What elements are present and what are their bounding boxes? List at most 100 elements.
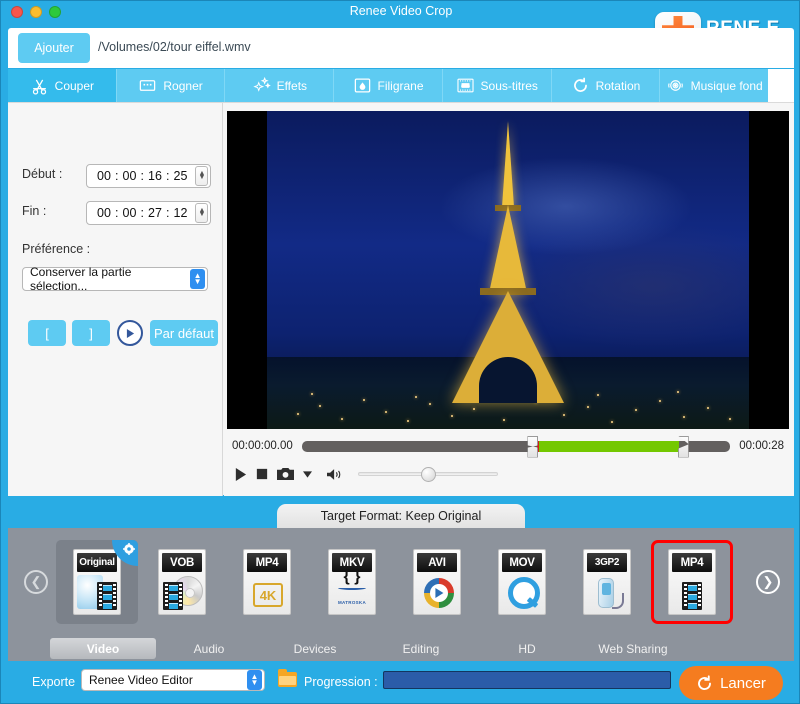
start-seconds[interactable]: 16 (144, 169, 166, 183)
launch-button[interactable]: Lancer (679, 666, 783, 700)
end-minutes[interactable]: 00 (118, 206, 140, 220)
start-time-stepper[interactable]: ▲ ▼ (195, 166, 209, 186)
film-icon (97, 582, 117, 610)
tab-rogner[interactable]: Rogner (116, 69, 226, 102)
chevron-updown-icon: ▲ ▼ (247, 670, 262, 690)
tab-sous-titres-label: Sous-titres (480, 78, 538, 93)
cable-icon (612, 593, 624, 609)
stars-icon (252, 76, 271, 95)
export-label: Exporte (32, 675, 76, 689)
film-icon (163, 582, 183, 610)
fourk-icon: 4K (253, 583, 283, 607)
format-item-3gp2[interactable]: 3GP2 (566, 540, 648, 624)
add-file-button[interactable]: Ajouter (18, 33, 90, 63)
tab-hd[interactable]: HD (474, 638, 580, 659)
film-icon (682, 582, 702, 610)
selection-range[interactable] (537, 440, 679, 452)
end-time-field[interactable]: 00: 00: 27: 12 ▲ ▼ (86, 201, 212, 225)
folder-icon[interactable] (278, 669, 297, 687)
start-hours[interactable]: 00 (93, 169, 115, 183)
tab-effets[interactable]: Effets (225, 69, 335, 102)
tab-rotation-label: Rotation (595, 78, 641, 93)
mark-out-button[interactable]: ] (72, 320, 110, 346)
video-canvas[interactable] (227, 111, 789, 429)
start-time-field[interactable]: 00: 00: 16: 25 ▲ ▼ (86, 164, 212, 188)
end-time-stepper[interactable]: ▲ ▼ (195, 203, 209, 223)
default-button[interactable]: Par défaut (150, 320, 218, 346)
tab-devices[interactable]: Devices (262, 638, 368, 659)
preview-play-button[interactable] (117, 320, 143, 346)
export-bar: Exporte Renee Video Editor ▲ ▼ Progressio… (1, 661, 799, 703)
tab-filigrane-label: Filigrane (377, 78, 424, 93)
subtitle-icon: SUB (456, 76, 475, 95)
tab-musique-fond[interactable]: Musique fond (660, 69, 769, 102)
progress-bar (383, 671, 671, 689)
format-item-avi[interactable]: AVI (396, 540, 478, 624)
start-frames[interactable]: 25 (169, 169, 191, 183)
stop-icon[interactable] (256, 468, 268, 480)
end-hours[interactable]: 00 (93, 206, 115, 220)
tab-filigrane[interactable]: Filigrane (334, 69, 443, 102)
format-item-mkv[interactable]: MKV { } MATROSKA (311, 540, 393, 624)
player-controls (234, 463, 786, 485)
format-item-mp4-selected[interactable]: MP4 (651, 540, 733, 624)
matroska-caption: MATROSKA (337, 600, 367, 605)
volume-knob[interactable] (421, 467, 436, 482)
format-item-mov[interactable]: MOV (481, 540, 563, 624)
tab-sous-titres[interactable]: SUB Sous-titres (442, 69, 552, 102)
chevron-left-icon[interactable]: ❮ (24, 570, 48, 594)
export-target-value: Renee Video Editor (89, 673, 193, 687)
vob-format-icon: VOB (158, 549, 206, 615)
app-window: Renee Video Crop RENE.E Laboratory Ajout… (0, 0, 800, 704)
volume-slider[interactable] (358, 467, 498, 482)
file-path-label: /Volumes/02/tour eiffel.wmv (98, 40, 251, 54)
tab-couper-label: Couper (54, 78, 95, 93)
eiffel-tower (449, 121, 567, 403)
format-list: Original VOB MP4 4K MKV {} MATROSKA AVI… (56, 536, 746, 628)
chevron-right-icon[interactable]: ❯ (756, 570, 780, 594)
export-target-select[interactable]: Renee Video Editor ▲ ▼ (81, 669, 265, 691)
progress-label: Progression : (304, 675, 378, 689)
end-frames[interactable]: 12 (169, 206, 191, 220)
selection-end-handle[interactable] (677, 435, 689, 458)
volume-icon[interactable] (327, 468, 343, 481)
play-icon[interactable] (234, 467, 247, 482)
start-minutes[interactable]: 00 (118, 169, 140, 183)
tab-rogner-label: Rogner (163, 78, 203, 93)
scissors-icon (30, 76, 49, 95)
format-item-original[interactable]: Original (56, 540, 138, 624)
threegp2-format-icon: 3GP2 (583, 549, 631, 615)
tab-rotation[interactable]: Rotation (551, 69, 661, 102)
original-format-icon: Original (73, 549, 121, 615)
play-circle-icon (126, 328, 134, 338)
snapshot-icon[interactable] (277, 467, 294, 481)
tab-effets-label: Effets (276, 78, 308, 93)
mkv-format-icon: MKV { } MATROSKA (328, 549, 376, 615)
tool-tab-bar: Couper Rogner Effets Filigrane SUB Sous-… (8, 69, 795, 102)
chevron-updown-icon: ▲ ▼ (190, 269, 205, 289)
launch-label: Lancer (720, 674, 766, 692)
tab-editing[interactable]: Editing (368, 638, 474, 659)
timeline-track[interactable] (301, 435, 731, 458)
format-item-vob[interactable]: VOB (141, 540, 223, 624)
snapshot-dropdown-icon[interactable] (303, 470, 312, 478)
tab-video[interactable]: Video (50, 638, 156, 659)
tab-couper[interactable]: Couper (8, 69, 117, 102)
mark-in-button[interactable]: [ (28, 320, 66, 346)
tool-tab-spacer (768, 69, 795, 102)
category-tab-bar: Video Audio Devices Editing HD Web Shari… (8, 636, 794, 661)
preference-select[interactable]: Conserver la partie sélection... ▲ ▼ (22, 265, 208, 293)
crop-icon (138, 76, 157, 95)
format-item-mp4-4k[interactable]: MP4 4K (226, 540, 308, 624)
mp4-4k-format-icon: MP4 4K (243, 549, 291, 615)
end-seconds[interactable]: 27 (144, 206, 166, 220)
audio-icon (666, 76, 685, 95)
rotate-icon (571, 76, 590, 95)
target-format-tab[interactable]: Target Format: Keep Original (277, 504, 525, 528)
refresh-icon (698, 674, 712, 690)
tab-audio[interactable]: Audio (156, 638, 262, 659)
format-strip: ❮ ❯ Original VOB MP4 4K MKV {} MATROSKA… (8, 528, 794, 636)
end-time-label: Fin : (22, 204, 47, 218)
tab-musique-fond-label: Musique fond (690, 78, 763, 93)
tab-web-sharing[interactable]: Web Sharing (580, 638, 686, 659)
